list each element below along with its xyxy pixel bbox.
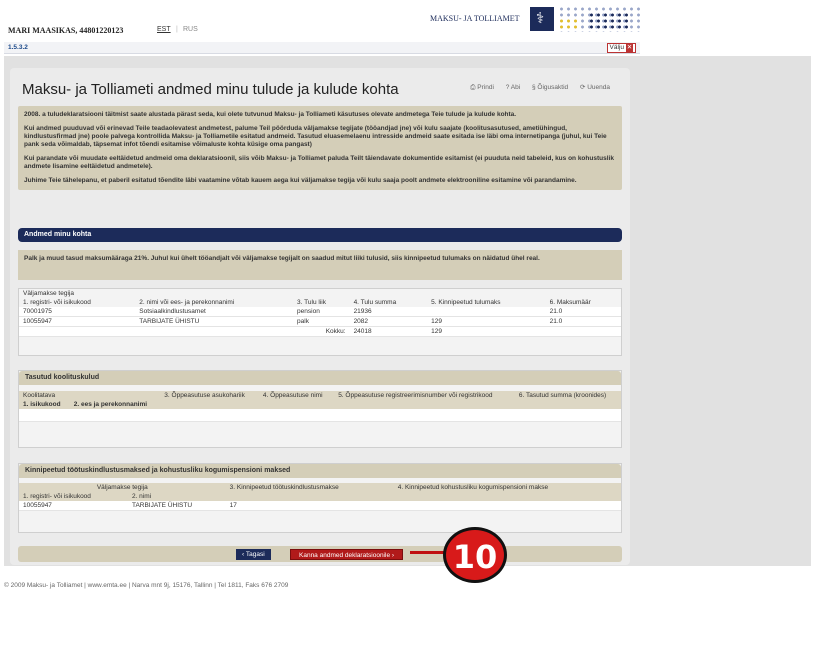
column-header: 3. Õppeasutuse asukohariik <box>160 391 259 409</box>
brand-name: MAKSU- JA TOLLIAMET <box>430 14 520 23</box>
table-cell: Sotsiaalkindlustusamet <box>135 307 294 317</box>
intro-paragraph: Juhime Teie tähelepanu, et paberil esita… <box>24 177 577 184</box>
training-panel: Tasutud koolituskulud Koolitatava 3. Õpp… <box>18 370 622 448</box>
page-code: 1.5.3.2 <box>8 44 28 51</box>
lang-rus-link[interactable]: RUS <box>183 26 198 33</box>
pension-table: Väljamakse tegija 3. Kinnipeetud töötusk… <box>19 483 621 511</box>
breadcrumb-bar: 1.5.3.2 Välju ✕ <box>4 42 640 54</box>
lang-separator: | <box>176 26 178 33</box>
column-header: 1. registri- või isikukood <box>19 492 128 501</box>
intro-box: 2008. a tuludeklaratsiooni täitmist saat… <box>18 106 622 190</box>
table-cell: 21.0 <box>545 316 621 327</box>
back-button[interactable]: ‹ Tagasi <box>236 549 271 560</box>
column-header: 5. Kinnipeetud tulumaks <box>427 298 546 307</box>
table-cell: 21936 <box>349 307 428 317</box>
refresh-button[interactable]: ⟳ Uuenda <box>580 84 610 91</box>
intro-paragraph: Kui andmed puuduvad või erinevad Teile t… <box>24 125 607 148</box>
table-cell: TARBIJATE ÜHISTU <box>127 501 226 511</box>
table-cell <box>427 307 546 317</box>
column-header: 2. nimi <box>127 492 226 501</box>
income-table: Väljamakse tegija 1. registri- või isiku… <box>19 289 621 337</box>
user-name: MARI MAASIKAS, 44801220123 <box>8 26 124 35</box>
column-header: 6. Tasutud summa (kroonides) <box>514 391 621 409</box>
total-row: Kokku: 24018 129 <box>19 326 621 337</box>
total-tax: 129 <box>427 326 546 337</box>
exit-button[interactable]: Välju ✕ <box>606 43 636 53</box>
training-table: Koolitatava 3. Õppeasutuse asukohariik 4… <box>19 391 621 422</box>
column-header: 1. registri- või isikukood <box>19 298 136 307</box>
total-label: Kokku: <box>293 326 350 337</box>
brand-logo: ⚕ <box>530 7 554 31</box>
column-group-header: Väljamakse tegija <box>19 483 226 492</box>
table-row: 70001975 Sotsiaalkindlustusamet pension … <box>19 307 621 317</box>
column-header: 5. Õppeasutuse registreerimisnumber või … <box>334 391 515 409</box>
column-header: 4. Õppeasutuse nimi <box>258 391 335 409</box>
table-cell: 129 <box>427 316 546 327</box>
column-group-header: Koolitatava <box>19 391 161 400</box>
panel-title: Tasutud koolituskulud <box>19 371 621 385</box>
section-header: Andmed minu kohta <box>18 228 622 242</box>
column-header: 2. ees ja perekonnanimi <box>69 400 161 409</box>
table-cell: 17 <box>225 501 394 511</box>
top-header: MARI MAASIKAS, 44801220123 EST | RUS MAK… <box>0 0 813 40</box>
pension-panel: Kinnipeetud töötuskindlustusmaksed ja ko… <box>18 463 622 533</box>
print-button[interactable]: ⎙ Prindi <box>470 84 494 91</box>
table-row: 10055947 TARBIJATE ÜHISTU 17 <box>19 501 621 511</box>
dot-pattern-decoration-yellow <box>558 18 578 30</box>
intro-paragraph: 2008. a tuludeklaratsiooni täitmist saat… <box>24 111 517 118</box>
table-cell: pension <box>293 307 350 317</box>
section-note: Palk ja muud tasud maksumääraga 21%. Juh… <box>18 250 622 280</box>
table-row-empty <box>19 409 621 422</box>
step-number: 10 <box>452 538 498 576</box>
column-header: 3. Tulu liik <box>293 298 350 307</box>
table-cell: palk <box>293 316 350 327</box>
table-cell: 10055947 <box>19 501 128 511</box>
column-header: 4. Kinnipeetud kohustusliku kogumispensi… <box>393 483 621 501</box>
step-number-badge: 10 <box>443 527 507 583</box>
action-bar: ‹ Tagasi Kanna andmed deklaratsioonile › <box>18 546 622 562</box>
close-icon: ✕ <box>626 44 633 52</box>
legal-acts-button[interactable]: § Õigusaktid <box>532 84 568 91</box>
table-cell <box>393 501 621 511</box>
table-cell: 10055947 <box>19 316 136 327</box>
panel-title: Kinnipeetud töötuskindlustusmaksed ja ko… <box>19 464 621 478</box>
column-header: 3. Kinnipeetud töötuskindlustusmakse <box>225 483 394 501</box>
intro-paragraph: Kui parandate või muudate eeltäidetud an… <box>24 155 614 170</box>
income-panel: Väljamakse tegija 1. registri- või isiku… <box>18 288 622 356</box>
column-header: 4. Tulu summa <box>349 298 428 307</box>
column-header: 1. isikukood <box>19 400 70 409</box>
caduceus-icon: ⚕ <box>536 9 545 27</box>
table-cell: 70001975 <box>19 307 136 317</box>
page-title: Maksu- ja Tolliameti andmed minu tulude … <box>22 81 399 98</box>
table-cell: 2082 <box>349 316 428 327</box>
transfer-to-declaration-button[interactable]: Kanna andmed deklaratsioonile › <box>290 549 404 560</box>
page-tools: ⎙ Prindi ? Abi § Õigusaktid ⟳ Uuenda <box>460 83 610 92</box>
column-header: 2. nimi või ees- ja perekonnanimi <box>135 298 294 307</box>
table-cell: 21.0 <box>545 307 621 317</box>
help-button[interactable]: ? Abi <box>506 84 520 91</box>
table-row: 10055947 TARBIJATE ÜHISTU palk 2082 129 … <box>19 316 621 327</box>
dot-pattern-decoration-dark <box>588 12 630 30</box>
exit-label: Välju <box>609 44 624 51</box>
page-footer: © 2009 Maksu- ja Tolliamet | www.emta.ee… <box>4 582 289 589</box>
main-content: Maksu- ja Tolliameti andmed minu tulude … <box>10 68 630 565</box>
table-cell: TARBIJATE ÜHISTU <box>135 316 294 327</box>
column-header: 6. Maksumäär <box>545 298 621 307</box>
table-group-header: Väljamakse tegija <box>19 289 621 298</box>
total-sum: 24018 <box>349 326 428 337</box>
lang-est-link[interactable]: EST <box>157 26 171 33</box>
